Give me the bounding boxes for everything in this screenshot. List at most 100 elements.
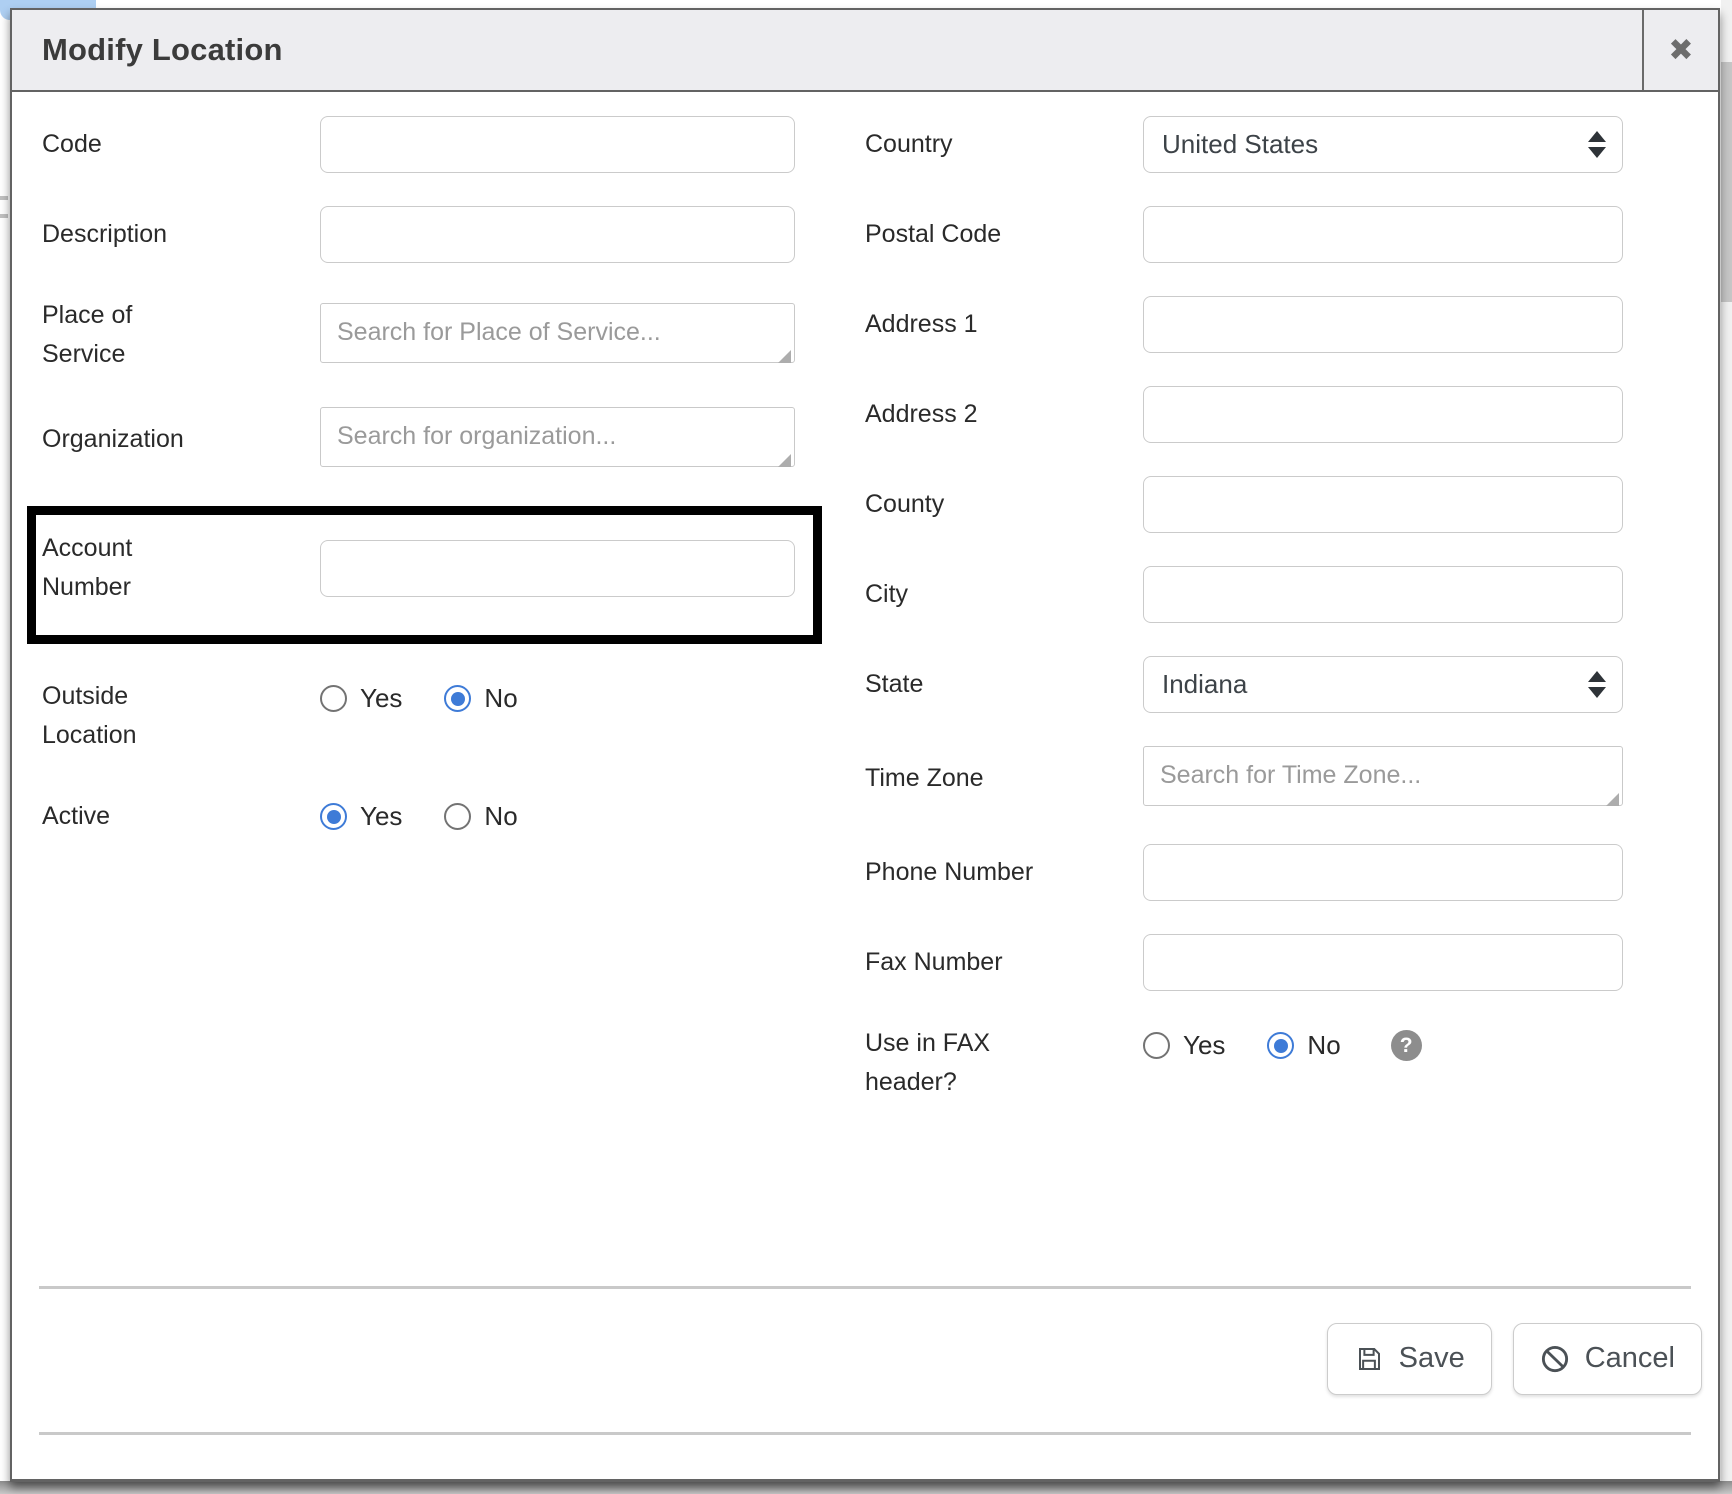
code-input[interactable] <box>320 116 795 173</box>
radio-label: No <box>484 683 517 714</box>
address2-row: Address 2 <box>865 386 1688 443</box>
radio-icon <box>320 685 347 712</box>
radio-icon <box>444 803 471 830</box>
radio-icon <box>320 803 347 830</box>
address2-label: Address 2 <box>865 395 1143 434</box>
address2-input[interactable] <box>1143 386 1623 443</box>
fax-number-label: Fax Number <box>865 943 1143 982</box>
description-row: Description <box>42 206 795 263</box>
address1-label: Address 1 <box>865 305 1143 344</box>
active-yes-radio[interactable]: Yes <box>320 801 402 832</box>
country-select-value: United States <box>1162 129 1318 160</box>
country-row: Country United States <box>865 116 1688 173</box>
place-of-service-row: Place of Service <box>42 296 795 374</box>
postal-code-row: Postal Code <box>865 206 1688 263</box>
radio-label: Yes <box>360 801 402 832</box>
organization-row: Organization <box>42 407 795 472</box>
radio-label: Yes <box>360 683 402 714</box>
use-in-fax-header-no-radio[interactable]: No <box>1267 1030 1340 1061</box>
updown-arrows-icon <box>1588 131 1606 158</box>
active-row: Active Yes No <box>42 788 795 845</box>
fax-number-row: Fax Number <box>865 934 1688 991</box>
time-zone-row: Time Zone <box>865 746 1688 811</box>
state-select[interactable]: Indiana <box>1143 656 1623 713</box>
active-radio-group: Yes No <box>320 801 560 832</box>
resize-handle-icon[interactable] <box>1606 793 1619 806</box>
country-label: Country <box>865 125 1143 164</box>
use-in-fax-header-row: Use in FAX header? Yes No ? <box>865 1024 1688 1102</box>
phone-number-input[interactable] <box>1143 844 1623 901</box>
form-column-right: Country United States Postal Code <box>865 116 1688 1102</box>
time-zone-search-input[interactable] <box>1143 746 1623 806</box>
use-in-fax-header-label: Use in FAX header? <box>865 1024 1143 1102</box>
state-row: State Indiana <box>865 656 1688 713</box>
postal-code-label: Postal Code <box>865 215 1143 254</box>
account-number-row: Account Number <box>42 529 795 607</box>
radio-label: No <box>1307 1030 1340 1061</box>
organization-label: Organization <box>42 420 320 459</box>
resize-handle-icon[interactable] <box>778 350 791 363</box>
account-number-input[interactable] <box>320 540 795 597</box>
cancel-button[interactable]: Cancel <box>1513 1323 1702 1395</box>
outside-location-radio-group: Yes No <box>320 683 560 714</box>
city-label: City <box>865 575 1143 614</box>
country-select[interactable]: United States <box>1143 116 1623 173</box>
account-number-label: Account Number <box>42 529 320 607</box>
county-label: County <box>865 485 1143 524</box>
state-label: State <box>865 665 1143 704</box>
county-row: County <box>865 476 1688 533</box>
organization-search-input[interactable] <box>320 407 795 467</box>
outside-location-label: Outside Location <box>42 677 320 755</box>
cancel-ban-icon <box>1540 1344 1570 1374</box>
city-input[interactable] <box>1143 566 1623 623</box>
updown-arrows-icon <box>1588 671 1606 698</box>
radio-icon <box>1143 1032 1170 1059</box>
radio-label: No <box>484 801 517 832</box>
help-icon[interactable]: ? <box>1391 1030 1422 1061</box>
modal-header: Modify Location ✖ <box>12 10 1718 92</box>
save-floppy-icon <box>1354 1344 1384 1374</box>
modify-location-modal: Modify Location ✖ Code Description <box>10 8 1720 1482</box>
county-input[interactable] <box>1143 476 1623 533</box>
save-button[interactable]: Save <box>1327 1323 1492 1395</box>
place-of-service-search-input[interactable] <box>320 303 795 363</box>
background-page-fragment <box>0 196 8 218</box>
phone-number-row: Phone Number <box>865 844 1688 901</box>
modal-title: Modify Location <box>12 32 283 68</box>
form-column-left: Code Description Place of Service <box>42 116 795 1102</box>
description-input[interactable] <box>320 206 795 263</box>
state-select-value: Indiana <box>1162 669 1247 700</box>
outside-location-yes-radio[interactable]: Yes <box>320 683 402 714</box>
code-label: Code <box>42 125 320 164</box>
description-label: Description <box>42 215 320 254</box>
cancel-button-label: Cancel <box>1585 1342 1675 1375</box>
close-icon: ✖ <box>1668 33 1693 68</box>
page-scrollbar-thumb[interactable] <box>1721 62 1732 302</box>
city-row: City <box>865 566 1688 623</box>
resize-handle-icon[interactable] <box>778 454 791 467</box>
postal-code-input[interactable] <box>1143 206 1623 263</box>
radio-icon <box>1267 1032 1294 1059</box>
address1-row: Address 1 <box>865 296 1688 353</box>
footer-divider-bottom <box>39 1432 1691 1435</box>
outside-location-row: Outside Location Yes No <box>42 677 795 755</box>
help-icon-glyph: ? <box>1400 1034 1413 1058</box>
page: Modify Location ✖ Code Description <box>0 0 1732 1494</box>
fax-number-input[interactable] <box>1143 934 1623 991</box>
use-in-fax-header-radio-group: Yes No ? <box>1143 1030 1422 1061</box>
place-of-service-label: Place of Service <box>42 296 320 374</box>
account-number-highlight-annotation: Account Number <box>27 506 822 644</box>
modal-footer: Save Cancel <box>42 1289 1702 1432</box>
outside-location-no-radio[interactable]: No <box>444 683 517 714</box>
use-in-fax-header-yes-radio[interactable]: Yes <box>1143 1030 1225 1061</box>
code-row: Code <box>42 116 795 173</box>
radio-icon <box>444 685 471 712</box>
save-button-label: Save <box>1399 1342 1465 1375</box>
modal-drop-shadow <box>0 1481 1732 1494</box>
close-button[interactable]: ✖ <box>1642 10 1718 90</box>
active-no-radio[interactable]: No <box>444 801 517 832</box>
active-label: Active <box>42 797 320 836</box>
address1-input[interactable] <box>1143 296 1623 353</box>
modal-body: Code Description Place of Service <box>12 92 1718 1479</box>
time-zone-label: Time Zone <box>865 759 1143 798</box>
